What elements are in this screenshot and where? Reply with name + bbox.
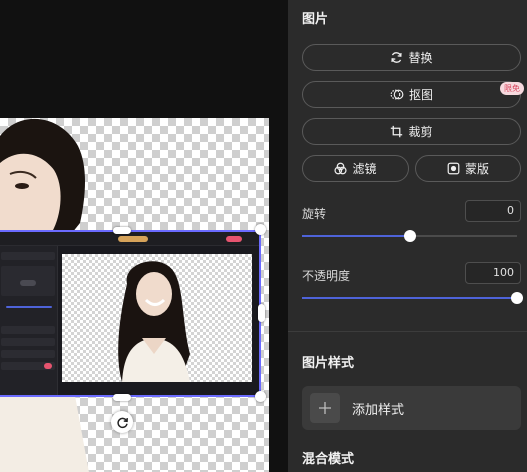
rotation-label: 旋转 (302, 207, 327, 221)
filter-button[interactable]: 滤镜 (302, 155, 409, 182)
replace-label: 替换 (408, 51, 433, 65)
filter-label: 滤镜 (352, 162, 377, 176)
resize-handle-bottom-right[interactable] (255, 391, 266, 402)
rotation-slider-fill (302, 235, 410, 237)
selected-image-layer[interactable] (0, 230, 261, 397)
opacity-input[interactable]: 100 (465, 262, 521, 284)
opacity-slider[interactable] (302, 292, 523, 304)
resize-handle-bottom[interactable] (113, 394, 131, 401)
crop-label: 裁剪 (408, 125, 433, 139)
mask-label: 蒙版 (464, 162, 489, 176)
mask-button[interactable]: 蒙版 (415, 155, 521, 182)
rotation-slider-thumb[interactable] (403, 230, 416, 242)
refresh-icon (391, 52, 403, 63)
opacity-slider-thumb[interactable] (511, 292, 523, 304)
rotate-handle[interactable] (111, 411, 133, 433)
add-style-label: 添加样式 (352, 402, 405, 418)
free-badge: 限免 (500, 82, 524, 95)
resize-handle-right[interactable] (258, 304, 265, 322)
plus-icon (310, 393, 340, 423)
image-section-title: 图片 (302, 12, 329, 27)
rotation-slider[interactable] (302, 230, 517, 242)
canvas-area[interactable] (0, 0, 288, 472)
rotation-input[interactable]: 0 (465, 200, 521, 222)
replace-button[interactable]: 替换 (302, 44, 521, 71)
blend-mode-title: 混合模式 (302, 452, 355, 467)
cutout-label: 抠图 (408, 88, 433, 102)
opacity-label: 不透明度 (302, 269, 351, 283)
editor-root: 图片 替换 抠图 限免 裁剪 滤镜 蒙版 旋转 0 不透明度 100 图片样式 … (0, 0, 527, 472)
cutout-button[interactable]: 抠图 (302, 81, 521, 108)
crop-button[interactable]: 裁剪 (302, 118, 521, 145)
mini-canvas (62, 254, 252, 382)
resize-handle-top-right[interactable] (255, 224, 266, 235)
properties-panel: 图片 替换 抠图 限免 裁剪 滤镜 蒙版 旋转 0 不透明度 100 图片样式 … (288, 0, 527, 472)
mini-sidebar (0, 246, 58, 395)
filter-icon (334, 162, 348, 175)
opacity-slider-fill (302, 297, 517, 299)
section-divider (288, 331, 527, 332)
rotate-icon (116, 417, 128, 428)
mask-icon (447, 162, 460, 175)
cutout-icon (390, 89, 404, 100)
crop-icon (391, 125, 403, 138)
resize-handle-top[interactable] (113, 227, 131, 234)
add-style-button[interactable]: 添加样式 (302, 386, 521, 430)
mini-portrait (118, 261, 190, 382)
image-style-title: 图片样式 (302, 356, 355, 371)
